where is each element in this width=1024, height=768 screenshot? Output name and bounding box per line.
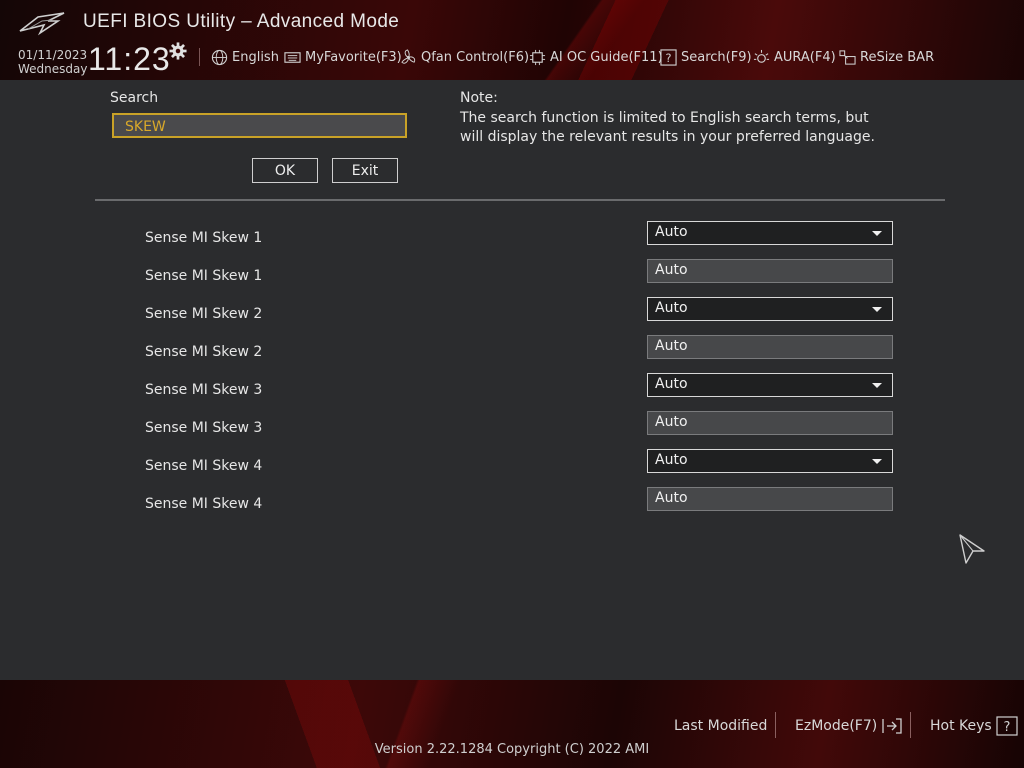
chevron-down-icon [872,383,882,388]
dropdown-value: Auto [655,452,688,468]
setting-dropdown[interactable]: Auto [647,449,893,473]
result-label: Sense MI Skew 4 [145,458,263,474]
chevron-down-icon [872,231,882,236]
language-label: English [232,49,279,65]
gear-icon[interactable] [169,42,187,60]
ezmode-button[interactable]: EzMode(F7) [795,716,903,736]
result-label: Sense MI Skew 3 [145,382,263,398]
note-text: The search function is limited to Englis… [460,110,875,145]
resize-bar-label: ReSize BAR [860,49,935,65]
result-label: Sense MI Skew 2 [145,306,263,322]
date-text: 01/11/2023 [18,48,88,62]
header-separator [199,48,200,66]
qfan-label: Qfan Control(F6) [421,49,530,65]
date-display[interactable]: 01/11/2023 Wednesday [18,48,87,76]
mouse-cursor-icon [959,534,985,564]
hot-keys-label: Hot Keys [930,718,992,734]
top-bar: UEFI BIOS Utility – Advanced Mode 01/11/… [0,0,1024,80]
keyboard-icon [284,51,301,63]
ai-chip-icon [529,49,546,65]
setting-value-readonly: Auto [647,259,893,283]
footer-separator [910,712,911,738]
result-label: Sense MI Skew 1 [145,268,263,284]
search-label: Search(F9) [681,49,752,65]
setting-dropdown[interactable]: Auto [647,297,893,321]
svg-text:?: ? [1003,720,1010,735]
resize-bar-icon [839,49,856,65]
chevron-down-icon [872,307,882,312]
result-label: Sense MI Skew 4 [145,496,263,512]
fan-icon [401,48,416,64]
ai-oc-guide-button[interactable]: AI OC Guide(F11) [529,48,663,66]
setting-dropdown[interactable]: Auto [647,373,893,397]
globe-icon [211,49,228,65]
aura-icon [753,49,770,63]
svg-text:?: ? [665,50,671,64]
setting-value-readonly: Auto [647,411,893,435]
exit-button[interactable]: Exit [332,158,398,183]
last-modified-button[interactable]: Last Modified [674,716,767,736]
setting-dropdown[interactable]: Auto [647,221,893,245]
chevron-down-icon [872,459,882,464]
myfavorite-button[interactable]: MyFavorite(F3) [284,48,402,66]
search-icon: ? [660,48,677,66]
dropdown-value: Auto [655,376,688,392]
qfan-control-button[interactable]: Qfan Control(F6) [400,48,529,66]
language-button[interactable]: English [211,48,279,66]
app-title: UEFI BIOS Utility – Advanced Mode [83,11,400,32]
dropdown-value: Auto [655,300,688,316]
footer-separator [775,712,776,738]
result-row[interactable]: Sense MI Skew 4 Auto [0,487,1024,534]
resize-bar-button[interactable]: ReSize BAR [839,48,934,66]
search-heading: Search [110,90,159,106]
version-text: Version 2.22.1284 Copyright (C) 2022 AMI [374,742,650,757]
ezmode-label: EzMode(F7) [795,718,878,734]
last-modified-label: Last Modified [674,718,768,734]
hot-keys-button[interactable]: Hot Keys ? [930,716,1018,736]
result-label: Sense MI Skew 3 [145,420,263,436]
weekday-text: Wednesday [18,62,88,76]
note-title: Note: [460,90,498,106]
ai-oc-guide-label: AI OC Guide(F11) [550,49,663,65]
exit-arrow-icon [882,718,902,734]
result-label: Sense MI Skew 2 [145,344,263,360]
ok-button[interactable]: OK [252,158,318,183]
setting-value-readonly: Auto [647,487,893,511]
aura-button[interactable]: AURA(F4) [753,48,836,66]
search-button[interactable]: ? Search(F9) [660,48,752,66]
bottom-bar: Last Modified EzMode(F7) Hot Keys ? Vers… [0,680,1024,768]
setting-value-readonly: Auto [647,335,893,359]
divider [95,199,945,201]
myfavorite-label: MyFavorite(F3) [305,49,402,65]
clock-display[interactable]: 11:23 [88,41,171,78]
dropdown-value: Auto [655,224,688,240]
search-input[interactable] [112,113,407,138]
result-label: Sense MI Skew 1 [145,230,263,246]
help-icon: ? [996,716,1018,736]
aura-label: AURA(F4) [774,49,836,65]
rog-logo-icon [19,12,65,36]
